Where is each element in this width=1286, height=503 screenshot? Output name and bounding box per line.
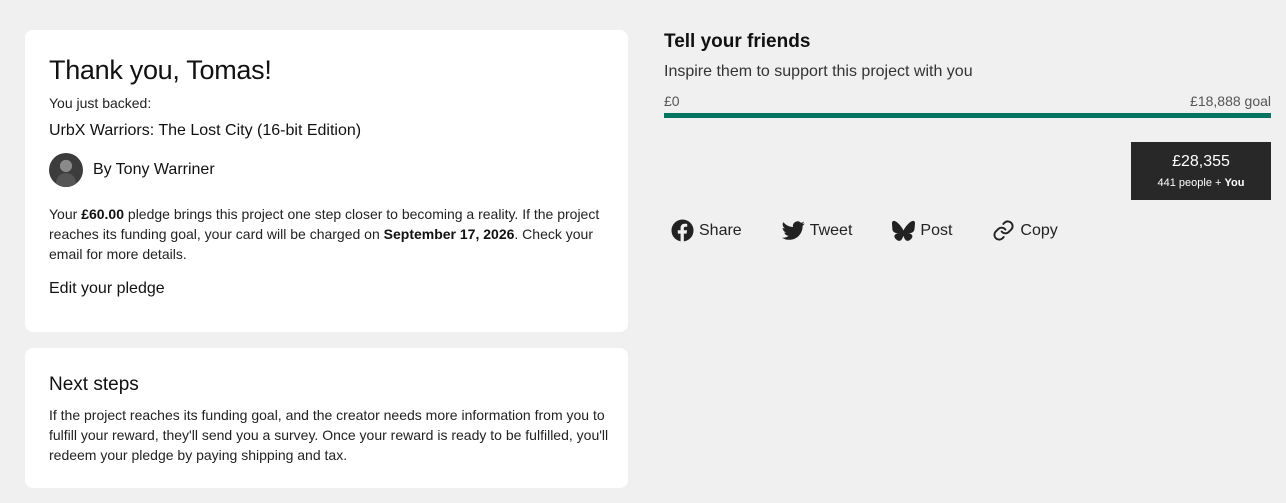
funding-progress-bar (664, 113, 1271, 118)
thanks-card: Thank you, Tomas! You just backed: UrbX … (25, 30, 628, 332)
pledged-total-box: £28,355 441 people + You (1131, 142, 1271, 200)
share-facebook-button[interactable]: Share (671, 219, 742, 242)
share-subtitle: Inspire them to support this project wit… (664, 63, 973, 80)
facebook-icon (671, 219, 694, 242)
progress-goal-label: £18,888 goal (1190, 93, 1271, 109)
pledge-text-part-1: Your (49, 206, 82, 222)
progress-start-label: £0 (664, 93, 680, 109)
creator-prefix: By (93, 161, 112, 178)
progress-labels: £0 £18,888 goal (664, 93, 1271, 109)
bluesky-icon (892, 220, 916, 241)
pledge-text: Your £60.00 pledge brings this project o… (49, 204, 609, 264)
funding-progress-fill (664, 113, 1271, 118)
backers-count: 441 people + You (1131, 177, 1271, 189)
share-label: Share (699, 221, 742, 239)
next-steps-card: Next steps If the project reaches its fu… (25, 348, 628, 488)
creator-name: Tony Warriner (115, 161, 215, 178)
tweet-label: Tweet (809, 221, 853, 239)
pledged-amount: £28,355 (1172, 153, 1230, 170)
backed-label: You just backed: (49, 95, 152, 111)
thanks-title: Thank you, Tomas! (49, 55, 272, 85)
backers-you: You (1224, 177, 1245, 189)
next-steps-text: If the project reaches its funding goal,… (49, 407, 609, 463)
link-icon (993, 220, 1014, 241)
charge-date: September 17, 2026 (383, 226, 515, 242)
project-name: UrbX Warriors: The Lost City (16-bit Edi… (49, 122, 362, 139)
copy-label: Copy (1020, 221, 1058, 239)
twitter-icon (781, 221, 805, 240)
share-bluesky-button[interactable]: Post (892, 219, 952, 242)
pledge-amount: £60.00 (81, 206, 125, 222)
copy-link-button[interactable]: Copy (992, 219, 1058, 242)
share-title: Tell your friends (664, 31, 811, 52)
creator-avatar (49, 153, 83, 187)
share-twitter-button[interactable]: Tweet (781, 219, 853, 242)
backers-text: 441 people + (1157, 177, 1225, 189)
post-label: Post (920, 221, 953, 239)
share-buttons: Share Tweet Post Copy (671, 219, 1098, 242)
edit-pledge-link[interactable]: Edit your pledge (49, 280, 165, 298)
creator-row: By Tony Warriner (49, 153, 604, 187)
share-panel: Tell your friends Inspire them to suppor… (664, 30, 1271, 242)
next-steps-title: Next steps (49, 374, 139, 395)
